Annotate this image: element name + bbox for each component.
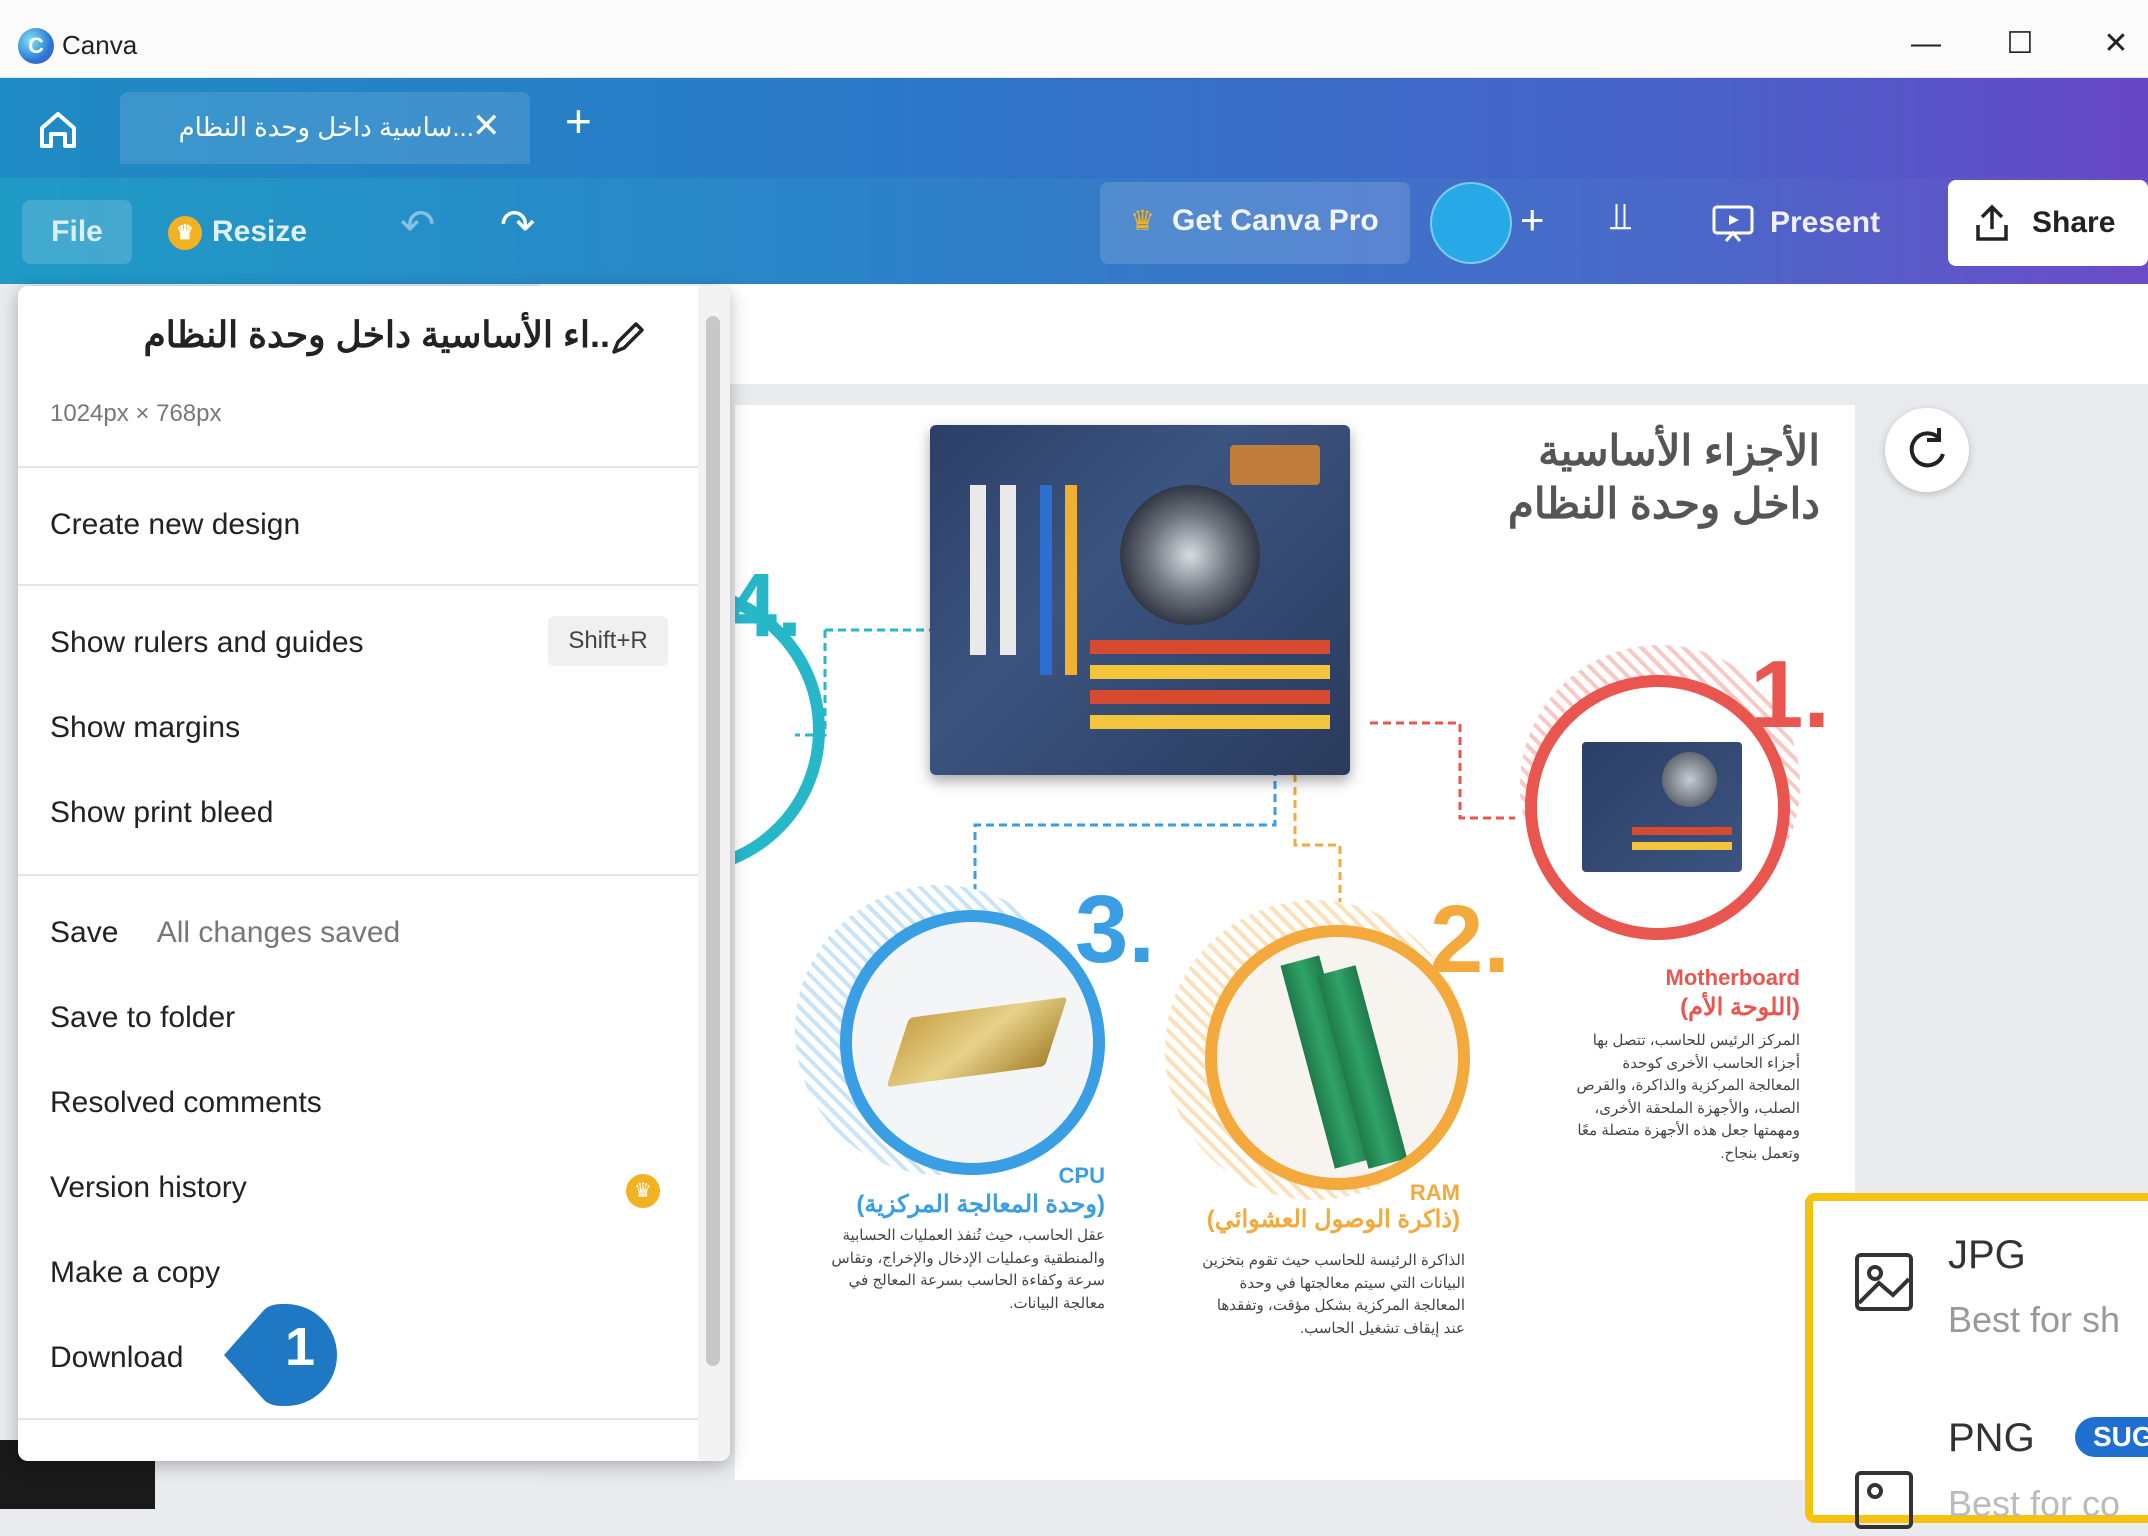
get-canva-pro-label: Get Canva Pro	[1172, 204, 1379, 237]
menu-divider	[18, 874, 698, 876]
item3-name-ar: (وحدة المعالجة المركزية)	[856, 1191, 1105, 1218]
download-item[interactable]: Download	[50, 1341, 183, 1375]
undo-button[interactable]: ↶	[400, 200, 435, 249]
make-a-copy-item[interactable]: Make a copy	[50, 1256, 220, 1290]
show-print-bleed-item[interactable]: Show print bleed	[50, 796, 273, 830]
get-canva-pro-button[interactable]: ♛ Get Canva Pro	[1100, 182, 1410, 264]
save-label: Save	[50, 916, 119, 949]
save-item[interactable]: Save All changes saved	[50, 916, 400, 950]
menu-divider	[18, 1418, 698, 1420]
share-label: Share	[2032, 206, 2116, 239]
item2-body: الذاكرة الرئيسة للحاسب حيث تقوم بتخزين ا…	[1202, 1252, 1465, 1337]
create-new-design-item[interactable]: Create new design	[50, 508, 300, 542]
show-margins-item[interactable]: Show margins	[50, 711, 240, 745]
menu-divider	[18, 584, 698, 586]
tab-document[interactable]: ...ساسية داخل وحدة النظام ✕	[120, 92, 530, 164]
jpg-option-title[interactable]: JPG	[1948, 1233, 2026, 1278]
rulers-shortcut: Shift+R	[548, 616, 668, 666]
save-status: All changes saved	[156, 916, 401, 949]
image-icon	[1853, 1251, 1915, 1318]
resize-label: Resize	[212, 215, 308, 248]
home-tab[interactable]	[20, 92, 100, 164]
item3-circle	[840, 910, 1105, 1175]
item2-name-en: RAM	[1409, 1180, 1460, 1205]
menu-scroll-thumb[interactable]	[706, 316, 720, 1366]
minimize-button[interactable]: —	[1896, 22, 1956, 66]
item1-body: المركز الرئيس للحاسب، تتصل بها أجزاء الح…	[1576, 1032, 1800, 1162]
undo-icon: ↶	[400, 201, 436, 248]
resolved-comments-item[interactable]: Resolved comments	[50, 1086, 322, 1120]
resize-button[interactable]: ♛ Resize	[168, 200, 307, 264]
add-collaborator-button[interactable]: +	[1520, 196, 1545, 244]
suggested-badge: SUG	[2075, 1417, 2148, 1457]
item1-name-ar: (اللوحة الأم)	[1680, 994, 1800, 1021]
item2-name-ar: (ذاكرة الوصول العشوائي)	[1206, 1206, 1460, 1233]
window-titlebar: C Canva — ☐ ✕	[0, 0, 2148, 78]
share-icon	[1976, 204, 2008, 241]
item2-number: 2.	[1430, 886, 1511, 993]
file-menu-button[interactable]: File	[22, 200, 132, 264]
regenerate-icon	[1909, 428, 1945, 468]
crown-icon: ♛	[1130, 205, 1156, 236]
avatar[interactable]	[1430, 182, 1512, 264]
stats-icon: ⫫	[1610, 196, 1632, 238]
maximize-button[interactable]: ☐	[1990, 22, 2050, 66]
tab-document-title: ...ساسية داخل وحدة النظام	[178, 112, 474, 142]
insights-button[interactable]: ⫫	[1610, 196, 1631, 239]
png-option-title[interactable]: PNG	[1948, 1416, 2035, 1461]
item4-number: 4.	[735, 556, 803, 656]
image-icon	[1853, 1469, 1915, 1536]
present-label: Present	[1770, 206, 1881, 239]
menu-divider	[18, 466, 698, 468]
file-menu-dropdown: ..اء الأساسية داخل وحدة النظام 1024px × …	[18, 286, 730, 1461]
canva-logo-icon: C	[18, 28, 54, 64]
share-button[interactable]: Share	[1948, 180, 2148, 266]
design-slide[interactable]: الأجزاء الأساسية داخل وحدة النظام 4. 1. …	[735, 405, 1855, 1480]
design-title[interactable]: ..اء الأساسية داخل وحدة النظام	[50, 314, 610, 356]
save-to-folder-item[interactable]: Save to folder	[50, 1001, 235, 1035]
present-icon	[1712, 205, 1754, 243]
item3-number: 3.	[1075, 876, 1156, 983]
design-dimensions: 1024px × 768px	[50, 400, 222, 427]
item1-number: 1.	[1750, 641, 1831, 748]
regenerate-button[interactable]	[1885, 408, 1969, 492]
download-format-panel: JPG Best for sh PNG SUG Best for co	[1805, 1193, 2148, 1529]
redo-icon: ↷	[500, 201, 536, 248]
motherboard-photo	[930, 425, 1350, 775]
present-button[interactable]: Present	[1710, 182, 1880, 264]
redo-button[interactable]: ↷	[500, 200, 535, 249]
version-history-item[interactable]: Version history	[50, 1171, 247, 1205]
close-window-button[interactable]: ✕	[2086, 22, 2146, 66]
crown-icon: ♛	[168, 216, 202, 251]
app-title: Canva	[62, 30, 138, 60]
png-option-subtitle: Best for co	[1948, 1483, 2121, 1524]
new-tab-button[interactable]: +	[565, 94, 592, 148]
jpg-option-subtitle: Best for sh	[1948, 1299, 2121, 1340]
editor-header-strip	[540, 284, 2148, 384]
tab-close-button[interactable]: ✕	[472, 106, 501, 146]
step-badge-number: 1	[284, 1317, 316, 1377]
item3-body: عقل الحاسب، حيث تُنفذ العمليات الحسابية …	[831, 1227, 1105, 1312]
show-rulers-item[interactable]: Show rulers and guides	[50, 626, 364, 660]
home-icon	[40, 112, 76, 148]
step-badge: 1	[220, 1302, 338, 1408]
crown-icon: ♛	[626, 1174, 660, 1208]
tab-bar: ...ساسية داخل وحدة النظام ✕ +	[0, 78, 2148, 178]
item1-name-en: Motherboard	[1665, 965, 1800, 990]
item3-name-en: CPU	[1058, 1163, 1105, 1188]
pencil-icon[interactable]	[604, 316, 650, 362]
